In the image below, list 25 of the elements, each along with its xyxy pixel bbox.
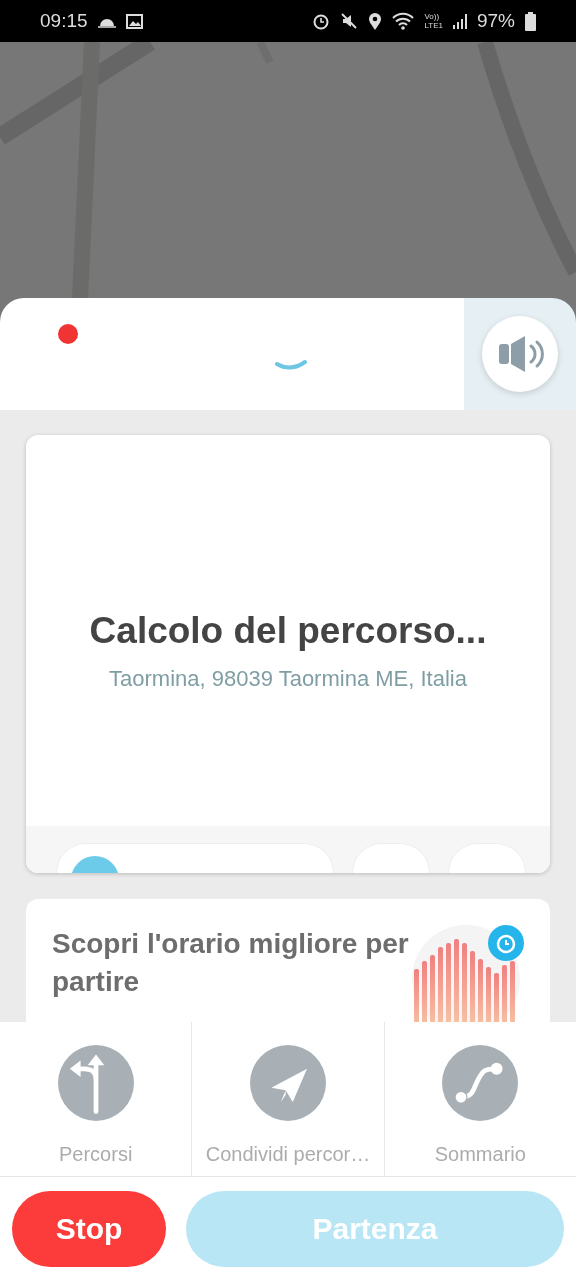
- calculating-title: Calcolo del percorso...: [89, 609, 487, 652]
- route-fork-icon: [57, 1045, 134, 1121]
- battery-percent: 97%: [476, 10, 515, 32]
- wifi-icon: [392, 12, 415, 30]
- alarm-clock-icon: [488, 925, 524, 961]
- battery-icon: [525, 11, 536, 31]
- action-label: Percorsi: [59, 1143, 133, 1166]
- signal-icon: [452, 13, 467, 29]
- action-label: Condividi percor…: [205, 1143, 371, 1166]
- alarm-icon: [312, 12, 331, 30]
- mute-icon: [340, 12, 359, 30]
- route-path-icon: [442, 1045, 519, 1121]
- stop-button[interactable]: Stop: [12, 1190, 166, 1267]
- sound-button[interactable]: [482, 316, 558, 392]
- loading-spinner: [274, 358, 308, 372]
- network-label: LTE1: [424, 21, 443, 30]
- destination-address: Taormina, 98039 Taormina ME, Italia: [109, 665, 467, 692]
- clock-time: 09:15: [40, 10, 88, 32]
- image-icon: [125, 13, 143, 29]
- paper-plane-icon: [250, 1045, 326, 1121]
- action-label: Sommario: [434, 1143, 526, 1166]
- network-label: Vo)): [424, 12, 441, 21]
- location-icon: [368, 12, 383, 30]
- departure-title: Scopri l'orario migliore per partire: [52, 927, 410, 999]
- status-dot: [58, 324, 78, 344]
